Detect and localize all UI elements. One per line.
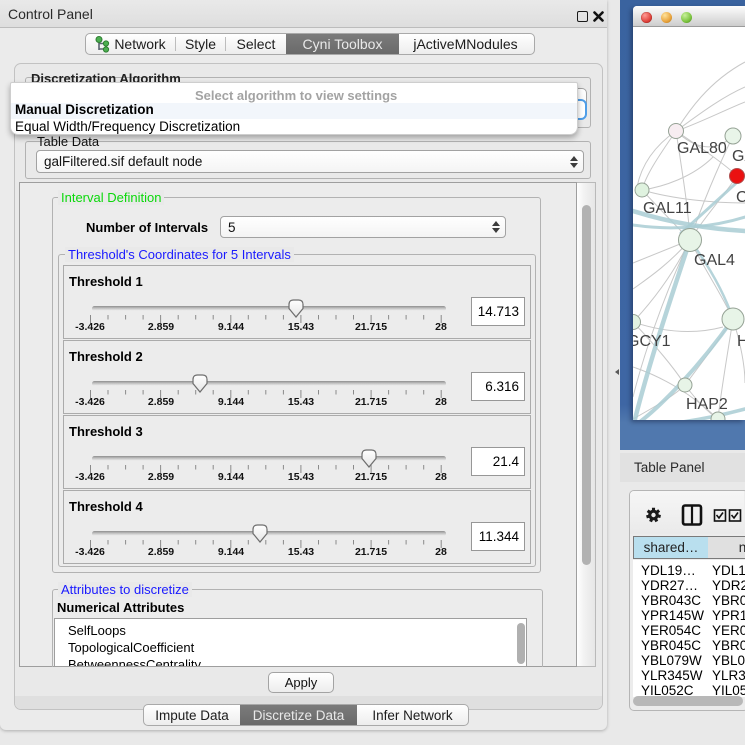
svg-text:GAL80: GAL80 (677, 140, 727, 157)
svg-text:GA: GA (732, 148, 745, 165)
svg-text:HAP2: HAP2 (686, 396, 728, 413)
svg-text:H: H (737, 333, 745, 350)
svg-text:GAL4: GAL4 (694, 252, 735, 269)
svg-text:C: C (736, 189, 745, 206)
svg-text:GCY1: GCY1 (633, 333, 671, 350)
svg-text:GAL11: GAL11 (643, 200, 692, 217)
